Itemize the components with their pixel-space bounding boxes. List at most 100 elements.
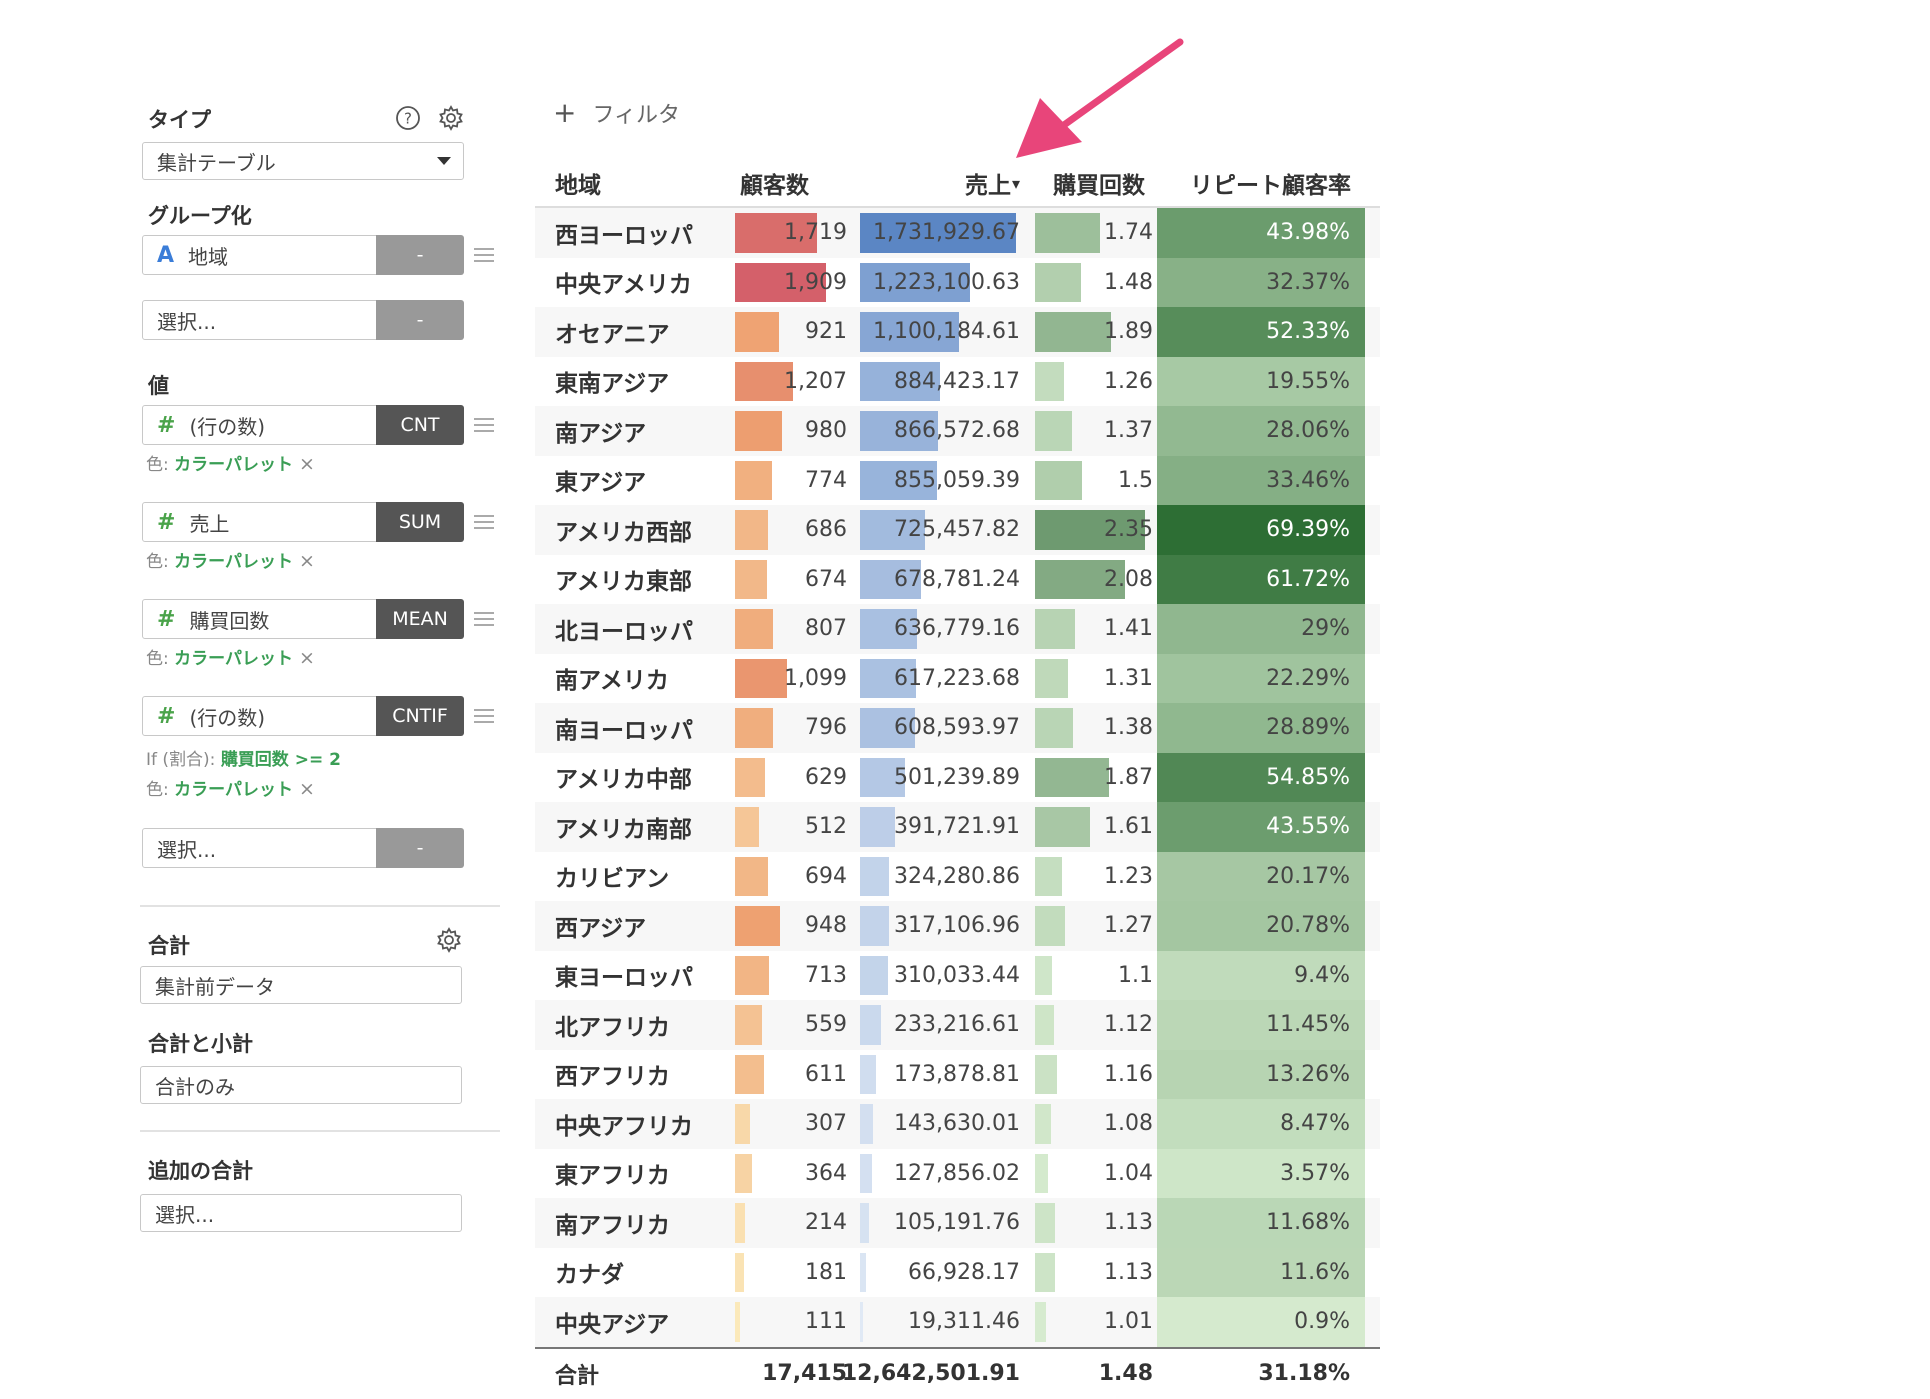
group-select-option-button[interactable]: -: [376, 300, 464, 340]
customers-cell: 807: [805, 616, 847, 642]
extra-total-select[interactable]: 選択...: [140, 1194, 462, 1232]
table-row[interactable]: 南アジア 980 866,572.68 1.37 28.06%: [535, 406, 1380, 456]
repeat-rate-cell: 3.57%: [1280, 1160, 1350, 1186]
gear-icon[interactable]: [435, 926, 463, 954]
repeat-rate-cell: 28.06%: [1266, 418, 1350, 444]
total-label: 合計: [148, 934, 190, 958]
sales-cell: 636,779.16: [894, 616, 1020, 642]
close-icon[interactable]: ×: [299, 453, 315, 475]
region-cell: 南アフリカ: [555, 1212, 670, 1239]
if-condition-link[interactable]: 購買回数 >= 2: [221, 750, 341, 770]
sales-cell: 143,630.01: [894, 1111, 1020, 1137]
table-row[interactable]: 中央アメリカ 1,909 1,223,100.63 1.48 32.37%: [535, 257, 1380, 307]
drag-handle-icon[interactable]: [474, 248, 494, 262]
table-row[interactable]: 南ヨーロッパ 796 608,593.97 1.38 28.89%: [535, 703, 1380, 753]
table-row[interactable]: 西ヨーロッパ 1,719 1,731,929.67 1.74 43.98%: [535, 208, 1380, 258]
color-palette-link[interactable]: カラーパレット: [174, 780, 293, 800]
repeat-rate-cell: 61.72%: [1266, 566, 1350, 592]
divider: [140, 1130, 500, 1132]
table-row[interactable]: アメリカ中部 629 501,239.89 1.87 54.85%: [535, 752, 1380, 802]
type-select-value: 集計テーブル: [157, 150, 276, 175]
repeat-rate-cell: 9.4%: [1294, 962, 1350, 988]
table-row[interactable]: 北アフリカ 559 233,216.61 1.12 11.45%: [535, 1000, 1380, 1050]
table-row[interactable]: 中央アジア 111 19,311.46 1.01 0.9%: [535, 1297, 1380, 1347]
table-row[interactable]: カナダ 181 66,928.17 1.13 11.6%: [535, 1247, 1380, 1297]
table-row[interactable]: 東アフリカ 364 127,856.02 1.04 3.57%: [535, 1148, 1380, 1198]
group-field[interactable]: A 地域: [142, 235, 377, 275]
purchases-cell: 1.04: [1104, 1160, 1153, 1186]
aggregation-button[interactable]: CNT: [376, 405, 464, 445]
extra-total-label: 追加の合計: [148, 1159, 253, 1183]
color-palette-link[interactable]: カラーパレット: [174, 649, 293, 669]
aggregation-button[interactable]: CNTIF: [376, 696, 464, 736]
help-circle-icon[interactable]: ?: [394, 104, 422, 132]
drag-handle-icon[interactable]: [474, 418, 494, 432]
subtotal-select[interactable]: 合計のみ: [140, 1066, 462, 1104]
close-icon[interactable]: ×: [299, 550, 315, 572]
region-cell: 南アジア: [555, 420, 647, 447]
column-header-repeat-rate[interactable]: リピート顧客率: [1190, 160, 1351, 206]
purchases-cell: 1.26: [1104, 368, 1153, 394]
group-field-name: 地域: [188, 244, 229, 269]
value-select-option-button[interactable]: -: [376, 828, 464, 868]
drag-handle-icon[interactable]: [474, 515, 494, 529]
repeat-rate-cell: 28.89%: [1266, 715, 1350, 741]
value-label: 値: [148, 374, 169, 398]
table-row[interactable]: アメリカ東部 674 678,781.24 2.08 61.72%: [535, 554, 1380, 604]
table-row[interactable]: オセアニア 921 1,100,184.61 1.89 52.33%: [535, 307, 1380, 357]
color-setting: 色: カラーパレット ×: [146, 644, 315, 669]
table-row[interactable]: 南アメリカ 1,099 617,223.68 1.31 22.29%: [535, 653, 1380, 703]
region-cell: 中央アメリカ: [555, 272, 692, 299]
table-row[interactable]: 北ヨーロッパ 807 636,779.16 1.41 29%: [535, 604, 1380, 654]
table-row[interactable]: アメリカ西部 686 725,457.82 2.35 69.39%: [535, 505, 1380, 555]
table-row[interactable]: 中央アフリカ 307 143,630.01 1.08 8.47%: [535, 1099, 1380, 1149]
value-field-row: # (行の数) CNT: [142, 405, 464, 445]
region-cell: カリビアン: [555, 866, 670, 893]
table-row[interactable]: 西アジア 948 317,106.96 1.27 20.78%: [535, 901, 1380, 951]
drag-handle-icon[interactable]: [474, 612, 494, 626]
column-header-customers[interactable]: 顧客数: [740, 160, 809, 206]
aggregation-button[interactable]: SUM: [376, 502, 464, 542]
column-header-region[interactable]: 地域: [555, 160, 601, 206]
group-field-option-button[interactable]: -: [376, 235, 464, 275]
aggregation-button[interactable]: MEAN: [376, 599, 464, 639]
type-select[interactable]: 集計テーブル: [142, 142, 464, 180]
total-select[interactable]: 集計前データ: [140, 966, 462, 1004]
value-field-name: (行の数): [189, 414, 266, 439]
group-select[interactable]: 選択...: [142, 300, 377, 340]
sales-cell: 105,191.76: [894, 1210, 1020, 1236]
close-icon[interactable]: ×: [299, 778, 315, 800]
purchases-cell: 1.27: [1104, 913, 1153, 939]
color-palette-link[interactable]: カラーパレット: [174, 552, 293, 572]
table-row[interactable]: アメリカ南部 512 391,721.91 1.61 43.55%: [535, 802, 1380, 852]
region-cell: 西アフリカ: [555, 1064, 670, 1091]
table-row[interactable]: 南アフリカ 214 105,191.76 1.13 11.68%: [535, 1198, 1380, 1248]
color-palette-link[interactable]: カラーパレット: [174, 455, 293, 475]
repeat-rate-cell: 33.46%: [1266, 467, 1350, 493]
add-filter-button[interactable]: + フィルタ: [553, 96, 680, 129]
sales-cell: 1,731,929.67: [873, 220, 1020, 246]
gear-icon[interactable]: [437, 104, 465, 132]
value-field[interactable]: # 購買回数: [142, 599, 377, 639]
table-row[interactable]: 東ヨーロッパ 713 310,033.44 1.1 9.4%: [535, 950, 1380, 1000]
value-field[interactable]: # (行の数): [142, 405, 377, 445]
value-field[interactable]: # 売上: [142, 502, 377, 542]
drag-handle-icon[interactable]: [474, 709, 494, 723]
table-row[interactable]: カリビアン 694 324,280.86 1.23 20.17%: [535, 851, 1380, 901]
subtotal-label: 合計と小計: [148, 1032, 253, 1056]
customers-cell: 111: [805, 1309, 847, 1335]
close-icon[interactable]: ×: [299, 647, 315, 669]
table-row[interactable]: 東アジア 774 855,059.39 1.5 33.46%: [535, 455, 1380, 505]
purchases-cell: 1.13: [1104, 1210, 1153, 1236]
sort-desc-icon: ▾: [1012, 173, 1021, 193]
sales-cell: 233,216.61: [894, 1012, 1020, 1038]
table-row[interactable]: 西アフリカ 611 173,878.81 1.16 13.26%: [535, 1049, 1380, 1099]
customers-cell: 611: [805, 1061, 847, 1087]
purchases-cell: 1.5: [1118, 467, 1153, 493]
table-row[interactable]: 東南アジア 1,207 884,423.17 1.26 19.55%: [535, 356, 1380, 406]
value-select[interactable]: 選択...: [142, 828, 377, 868]
value-field[interactable]: # (行の数): [142, 696, 377, 736]
region-cell: アメリカ南部: [555, 816, 692, 843]
purchases-cell: 1.87: [1104, 764, 1153, 790]
purchases-cell: 1.89: [1104, 319, 1153, 345]
